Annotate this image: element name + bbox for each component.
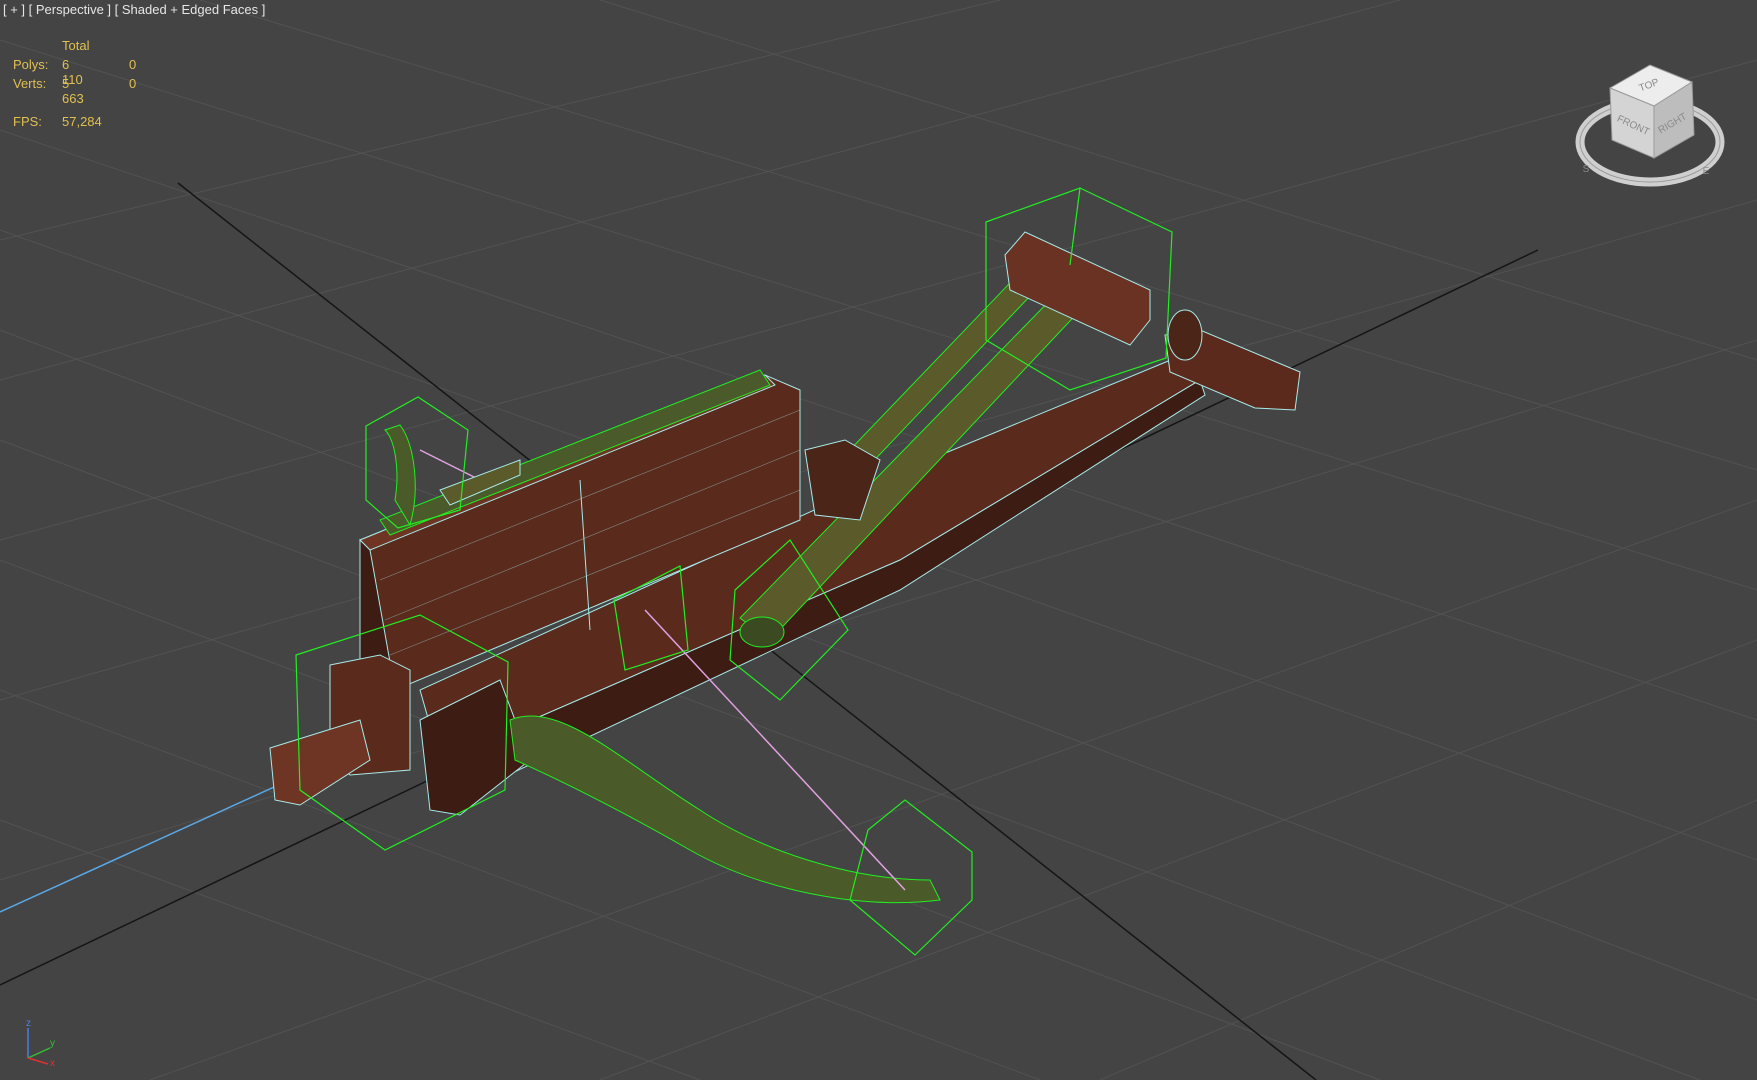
- scene-canvas[interactable]: [0, 0, 1757, 1080]
- perspective-viewport[interactable]: [ + ] [ Perspective ] [ Shaded + Edged F…: [0, 0, 1757, 1080]
- verts-label: Verts:: [13, 76, 47, 91]
- viewcube-compass-south: S: [1583, 164, 1590, 175]
- bow-limb-right[interactable]: [509, 715, 941, 904]
- crossbow-model[interactable]: [269, 231, 1301, 904]
- stats-header-total: Total: [62, 38, 90, 53]
- axis-tripod: z y x: [26, 1018, 55, 1068]
- verts-total: 5 663: [62, 76, 84, 106]
- verts-selected: 0: [129, 76, 137, 91]
- viewcube-compass-east: E: [1703, 166, 1710, 177]
- bow-limb-left[interactable]: [384, 424, 416, 527]
- fps-label: FPS:: [13, 114, 42, 129]
- bowstring: [644, 609, 906, 891]
- polys-selected: 0: [129, 57, 137, 72]
- axis-x-label: x: [50, 1058, 55, 1068]
- axis-z-label: z: [26, 1018, 31, 1029]
- axis-y-label: y: [50, 1038, 55, 1049]
- viewcube[interactable]: TOP FRONT RIGHT S E: [1570, 60, 1730, 200]
- polys-label: Polys:: [13, 57, 49, 72]
- fps-value: 57,284: [62, 114, 102, 129]
- viewport-label[interactable]: [ + ] [ Perspective ] [ Shaded + Edged F…: [3, 2, 265, 17]
- x-axis-line: [0, 781, 286, 913]
